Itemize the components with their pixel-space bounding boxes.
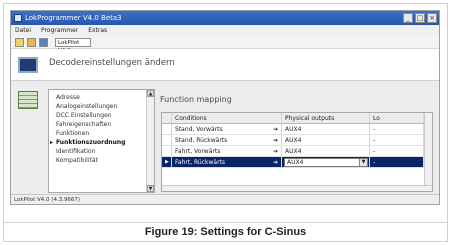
- sidebar-item-identifikation[interactable]: Identifikation: [49, 147, 145, 156]
- table-row[interactable]: Stand, Vorwärts ➔ AUX4 -: [162, 124, 432, 135]
- page-title: Decodereinstellungen ändern: [49, 58, 175, 68]
- arrow-right-icon: ➔: [272, 137, 278, 144]
- scroll-up-icon[interactable]: ▲: [147, 90, 154, 97]
- new-file-icon[interactable]: [15, 38, 24, 47]
- app-window: LokProgrammer V4.0 Beta3 _ □ × Datei Pro…: [10, 10, 440, 205]
- sidebar-item-funktionen[interactable]: Funktionen: [49, 129, 145, 138]
- grid-horizontal-scrollbar[interactable]: [162, 185, 432, 191]
- column-header-lo[interactable]: Lo: [370, 113, 424, 123]
- page-header: Decodereinstellungen ändern: [11, 49, 439, 81]
- sidebar-item-kompatibilitaet[interactable]: Kompatibilität: [49, 156, 145, 165]
- extra-cell: -: [370, 135, 424, 145]
- settings-list-icon: [18, 91, 38, 109]
- arrow-right-icon: ➔: [272, 126, 278, 133]
- column-header-conditions[interactable]: Conditions: [172, 113, 282, 123]
- condition-cell: Stand, Rückwärts: [175, 137, 228, 144]
- menu-datei[interactable]: Datei: [15, 27, 31, 34]
- output-cell[interactable]: AUX4: [282, 124, 370, 134]
- extra-cell: -: [370, 157, 424, 167]
- decoder-select[interactable]: LokPilot V4.0: [55, 38, 91, 54]
- minimize-button[interactable]: _: [403, 13, 413, 23]
- decoder-icon: [18, 57, 38, 73]
- toolbar: LokPilot V4.0: [11, 36, 439, 54]
- scroll-down-icon[interactable]: ▼: [147, 185, 154, 192]
- sidebar-item-adresse[interactable]: Adresse: [49, 93, 145, 102]
- condition-cell: Fahrt, Rückwärts: [175, 159, 226, 166]
- chevron-down-icon[interactable]: ▼: [359, 159, 367, 166]
- output-cell[interactable]: AUX4: [282, 146, 370, 156]
- sidebar-item-fahreigenschaften[interactable]: Fahreigenschaften: [49, 120, 145, 129]
- output-dropdown[interactable]: AUX4 ▼: [284, 158, 368, 167]
- sidebar-item-analog[interactable]: Analogeinstellungen: [49, 102, 145, 111]
- menu-bar: Datei Programmer Extras: [11, 25, 439, 36]
- figure-caption: Figure 19: Settings for C-Sinus: [144, 226, 307, 238]
- table-row[interactable]: Fahrt, Vorwärts ➔ AUX4 -: [162, 146, 432, 157]
- column-header-physical-outputs[interactable]: Physical outputs: [282, 113, 370, 123]
- output-dropdown-value: AUX4: [287, 159, 304, 166]
- sidebar-item-dcc[interactable]: DCC Einstellungen: [49, 111, 145, 120]
- app-icon: [14, 14, 22, 22]
- grid-vertical-scrollbar[interactable]: [424, 113, 432, 191]
- grid-header-row: Conditions Physical outputs Lo: [162, 113, 432, 124]
- condition-cell: Fahrt, Vorwärts: [175, 148, 221, 155]
- function-mapping-title: Function mapping: [160, 95, 232, 104]
- close-button[interactable]: ×: [427, 13, 437, 23]
- extra-cell: -: [370, 124, 424, 134]
- menu-extras[interactable]: Extras: [88, 27, 107, 34]
- table-row-selected[interactable]: ▶ Fahrt, Rückwärts ➔ AUX4 ▼ -: [162, 157, 432, 168]
- output-cell[interactable]: AUX4: [282, 135, 370, 145]
- row-pointer-icon: ▶: [162, 157, 172, 167]
- extra-cell: -: [370, 146, 424, 156]
- title-bar: LokProgrammer V4.0 Beta3: [11, 11, 439, 25]
- save-icon[interactable]: [39, 38, 48, 47]
- maximize-button[interactable]: □: [415, 13, 425, 23]
- menu-programmer[interactable]: Programmer: [41, 27, 78, 34]
- condition-cell: Stand, Vorwärts: [175, 126, 223, 133]
- window-title: LokProgrammer V4.0 Beta3: [25, 14, 122, 22]
- arrow-right-icon: ➔: [272, 148, 278, 155]
- arrow-right-icon: ➔: [272, 159, 278, 166]
- sidebar-scrollbar[interactable]: ▲ ▼: [146, 90, 154, 192]
- table-row[interactable]: Stand, Rückwärts ➔ AUX4 -: [162, 135, 432, 146]
- status-bar: LokPilot V4.0 (4.3.9667): [11, 194, 439, 204]
- sidebar-item-funktionszuordnung[interactable]: Funktionszuordnung: [49, 138, 145, 147]
- settings-sidebar: Adresse Analogeinstellungen DCC Einstell…: [48, 89, 155, 193]
- open-folder-icon[interactable]: [27, 38, 36, 47]
- function-mapping-grid: Conditions Physical outputs Lo Stand, Vo…: [161, 112, 433, 192]
